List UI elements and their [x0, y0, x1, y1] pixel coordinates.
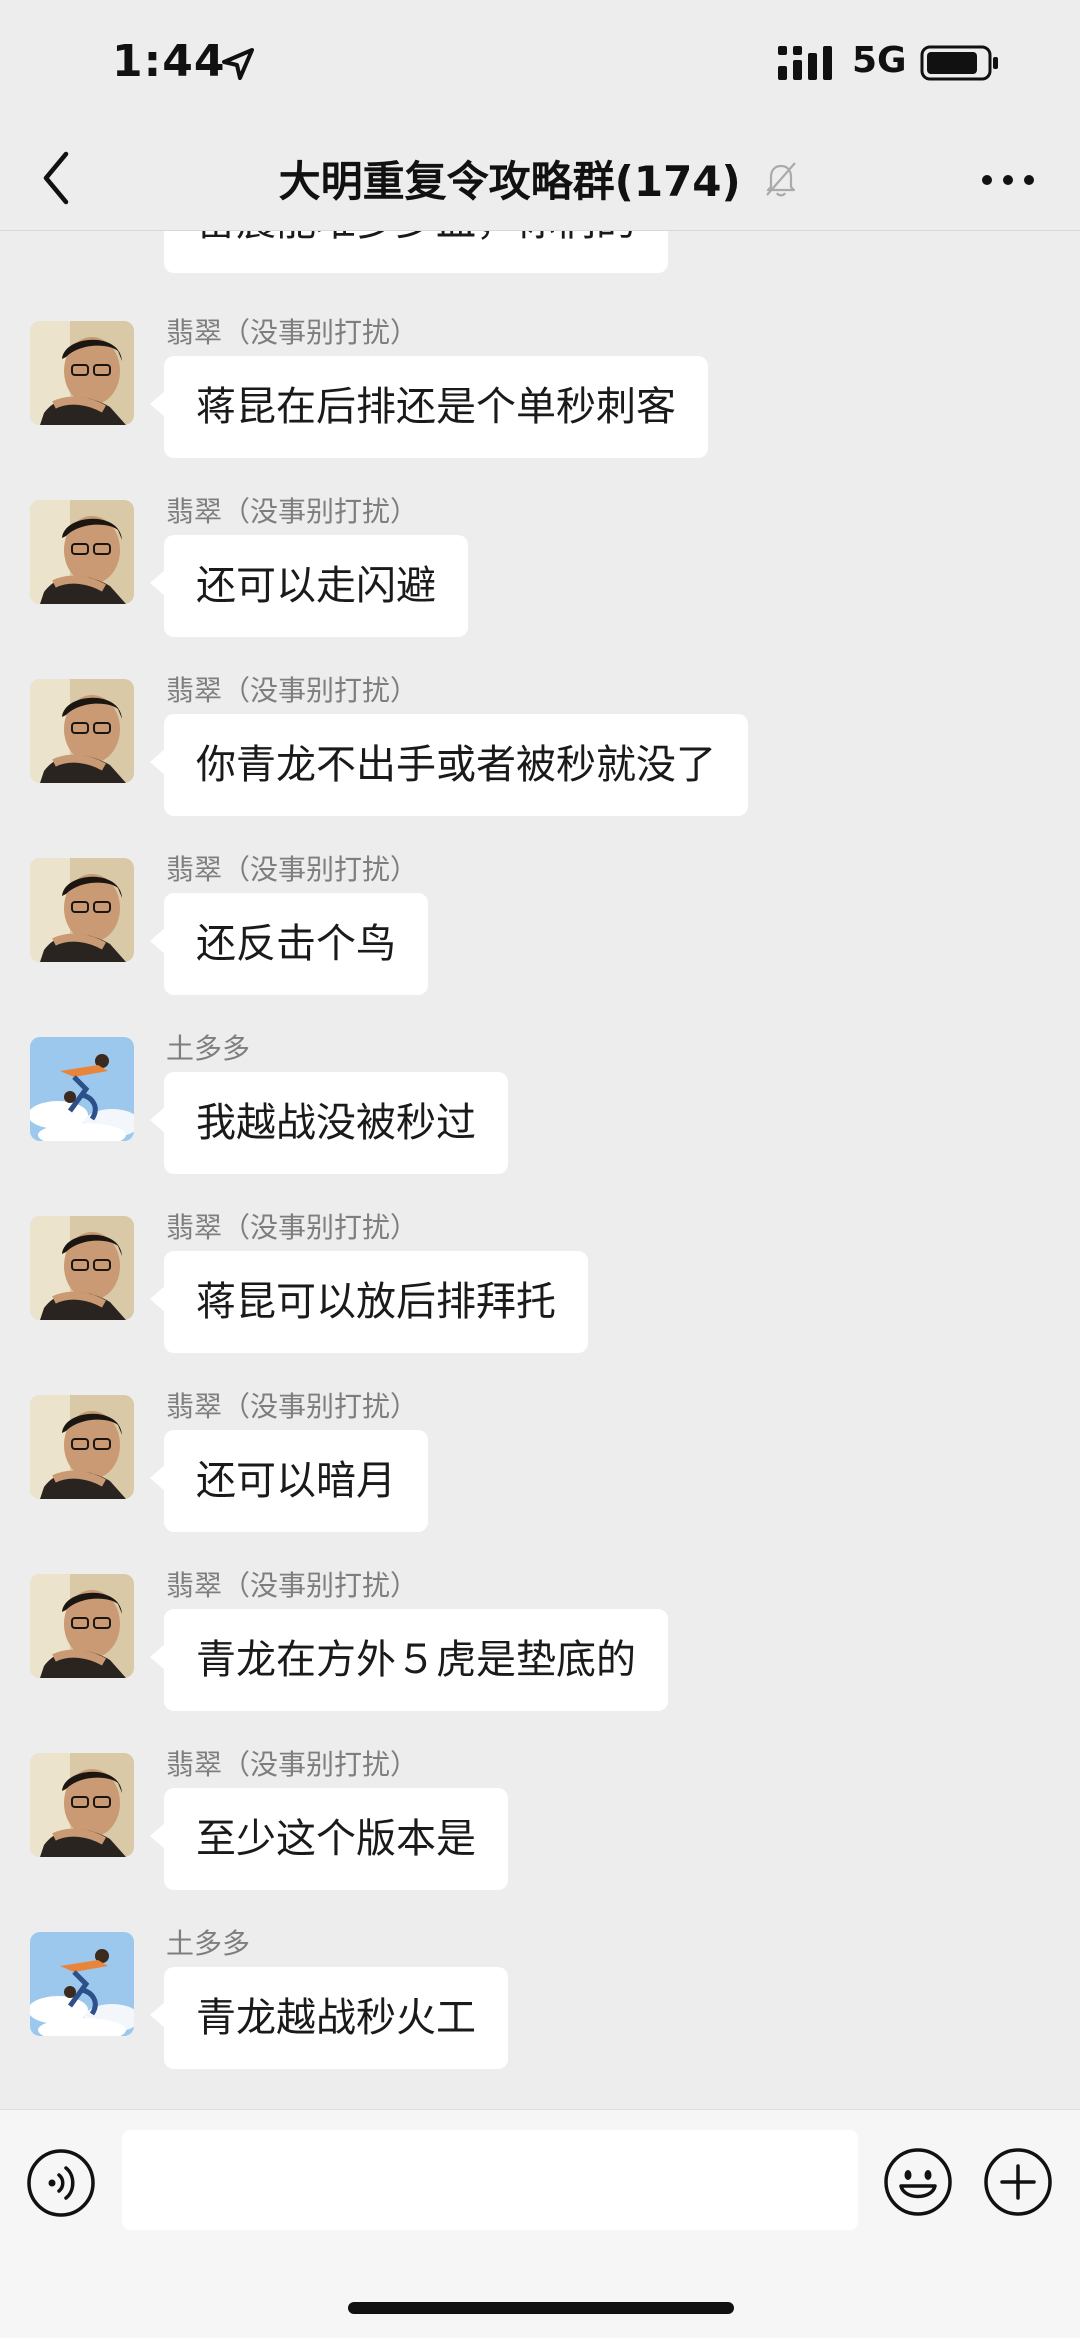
avatar-feicui[interactable] — [30, 321, 134, 425]
avatar-tuduoduo[interactable] — [30, 1037, 134, 1141]
nav-title-wrap: 大明重复令攻略群(174) — [0, 148, 1080, 209]
bell-muted-icon — [766, 161, 797, 196]
avatar-feicui[interactable] — [30, 679, 134, 783]
avatar-feicui[interactable] — [30, 1753, 134, 1857]
message-bubble[interactable]: 我越战没被秒过 — [150, 1072, 508, 1174]
avatar-feicui[interactable] — [30, 1216, 134, 1320]
message-bubble[interactable]: 至少这个版本是 — [150, 1788, 508, 1890]
sender-name: 土多多 — [166, 1032, 251, 1065]
battery-icon — [920, 45, 998, 81]
sender-name: 翡翠（没事别打扰） — [166, 674, 419, 707]
message-bubble[interactable]: 蒋昆可以放后排拜托 — [150, 1251, 588, 1353]
sender-name: 翡翠（没事别打扰） — [166, 1748, 419, 1781]
emoji-button[interactable] — [882, 2146, 954, 2218]
network-type: 5G — [852, 40, 907, 81]
message-bubble[interactable]: 还可以走闪避 — [150, 535, 468, 637]
nav-bar: 大明重复令攻略群(174) — [0, 130, 1080, 231]
sender-name: 翡翠（没事别打扰） — [166, 495, 419, 528]
sender-name: 翡翠（没事别打扰） — [166, 853, 419, 886]
avatar-feicui[interactable] — [30, 1395, 134, 1499]
message-bubble[interactable]: 雷震能堆多少血，你们的 — [150, 231, 668, 273]
message-bubble[interactable]: 青龙越战秒火工 — [150, 1967, 508, 2069]
sender-name: 翡翠（没事别打扰） — [166, 1390, 419, 1423]
avatar-feicui[interactable] — [30, 1574, 134, 1678]
message-bubble[interactable]: 蒋昆在后排还是个单秒刺客 — [150, 356, 708, 458]
status-time: 1:44 — [112, 36, 226, 87]
page-title: 大明重复令攻略群(174) — [278, 157, 741, 206]
avatar-feicui[interactable] — [30, 500, 134, 604]
message-bubble[interactable]: 你青龙不出手或者被秒就没了 — [150, 714, 748, 816]
sender-name: 翡翠（没事别打扰） — [166, 1211, 419, 1244]
message-bubble[interactable]: 还可以暗月 — [150, 1430, 428, 1532]
more-button[interactable] — [980, 170, 1036, 190]
avatar-tuduoduo[interactable] — [30, 1932, 134, 2036]
location-arrow-icon — [222, 48, 254, 80]
sender-name: 翡翠（没事别打扰） — [166, 1569, 419, 1602]
message-input[interactable] — [122, 2130, 858, 2230]
chat-message-list[interactable]: 雷震能堆多少血，你们的 翡翠（没事别打扰） 蒋昆在后排还是个单秒刺客 翡翠（没事… — [0, 231, 1080, 2109]
status-bar: 1:44 5G — [0, 0, 1080, 130]
sender-name: 土多多 — [166, 1927, 251, 1960]
avatar-feicui[interactable] — [30, 858, 134, 962]
message-bubble[interactable]: 还反击个鸟 — [150, 893, 428, 995]
home-indicator — [348, 2302, 734, 2314]
sender-name: 翡翠（没事别打扰） — [166, 316, 419, 349]
voice-button[interactable] — [26, 2148, 96, 2218]
signal-bars-icon — [778, 46, 832, 80]
message-bubble[interactable]: 青龙在方外５虎是垫底的 — [150, 1609, 668, 1711]
plus-button[interactable] — [982, 2146, 1054, 2218]
